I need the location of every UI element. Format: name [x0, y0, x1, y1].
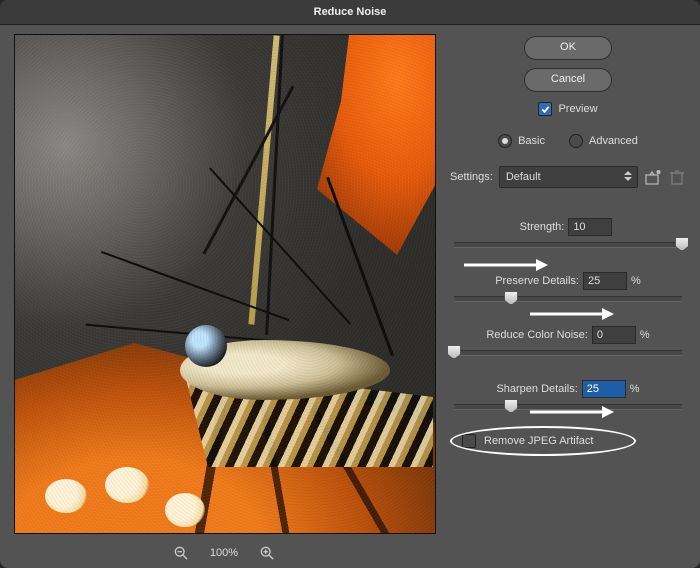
sharpen-details-slider[interactable]: [454, 404, 682, 410]
reduce-noise-dialog: Reduce Noise 10: [0, 0, 700, 568]
ok-button[interactable]: OK: [524, 36, 612, 60]
preserve-details-label: Preserve Details:: [495, 275, 579, 287]
settings-label: Settings:: [450, 171, 493, 183]
remove-jpeg-row: Remove JPEG Artifact: [462, 434, 682, 448]
remove-jpeg-label: Remove JPEG Artifact: [484, 435, 593, 447]
preserve-details-unit: %: [631, 275, 641, 287]
zoom-in-icon[interactable]: [260, 546, 274, 560]
sharpen-details-slider-item: Sharpen Details: 25 %: [454, 380, 682, 410]
reduce-color-noise-slider-item: Reduce Color Noise: 0 %: [454, 326, 682, 356]
preview-label: Preview: [558, 103, 597, 115]
options-panel: OK Cancel Preview Basic Advanced: [448, 30, 688, 560]
advanced-label: Advanced: [589, 135, 638, 147]
mode-radio-row: Basic Advanced: [448, 134, 688, 148]
save-preset-icon[interactable]: [644, 169, 662, 185]
preserve-details-input[interactable]: 25: [583, 272, 627, 290]
trash-icon[interactable]: [668, 169, 686, 185]
chevron-down-icon: [623, 170, 633, 182]
strength-label: Strength:: [520, 221, 565, 233]
advanced-radio[interactable]: [569, 134, 583, 148]
reduce-color-noise-label: Reduce Color Noise:: [486, 329, 588, 341]
zoom-out-icon[interactable]: [174, 546, 188, 560]
basic-label: Basic: [518, 135, 545, 147]
sharpen-details-input[interactable]: 25: [582, 380, 626, 398]
sliders-group: Strength: 10 Preserve Details: 25: [448, 218, 688, 448]
preview-canvas[interactable]: [14, 34, 436, 534]
zoom-level[interactable]: 100%: [210, 547, 238, 559]
settings-row: Settings: Default: [448, 166, 688, 188]
strength-input[interactable]: 10: [568, 218, 612, 236]
zoom-controls: 100%: [14, 540, 434, 566]
strength-slider-item: Strength: 10: [454, 218, 682, 248]
preserve-details-slider[interactable]: [454, 296, 682, 302]
strength-slider[interactable]: [454, 242, 682, 248]
preview-toggle-row: Preview: [448, 102, 688, 116]
cancel-button[interactable]: Cancel: [524, 68, 612, 92]
basic-radio[interactable]: [498, 134, 512, 148]
remove-jpeg-checkbox[interactable]: [462, 434, 476, 448]
preserve-details-slider-item: Preserve Details: 25 %: [454, 272, 682, 302]
dialog-body: 100% OK Cancel Preview Basic: [0, 24, 700, 568]
reduce-color-noise-input[interactable]: 0: [592, 326, 636, 344]
settings-value: Default: [506, 171, 541, 183]
reduce-color-noise-slider[interactable]: [454, 350, 682, 356]
preview-checkbox[interactable]: [538, 102, 552, 116]
reduce-color-noise-unit: %: [640, 329, 650, 341]
sharpen-details-label: Sharpen Details:: [496, 383, 577, 395]
settings-select[interactable]: Default: [499, 166, 638, 188]
sharpen-details-unit: %: [630, 383, 640, 395]
dialog-title: Reduce Noise: [0, 0, 700, 25]
